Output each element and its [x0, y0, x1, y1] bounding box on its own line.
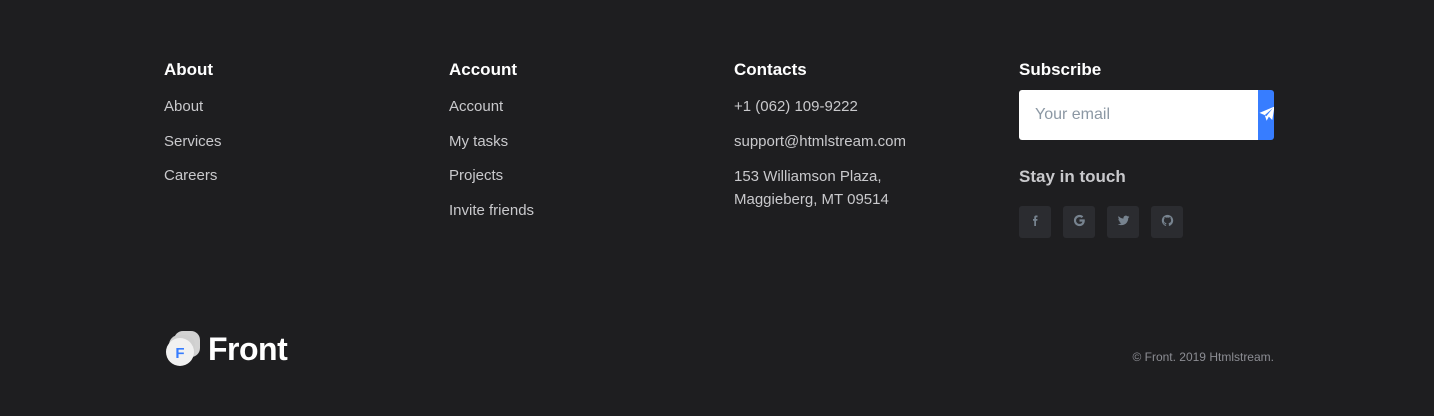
- footer-link-my-tasks[interactable]: My tasks: [449, 133, 534, 151]
- address-line-1: 153 Williamson Plaza,: [734, 168, 882, 185]
- address-line-2: Maggieberg, MT 09514: [734, 191, 889, 208]
- logo-mark-icon: F: [164, 330, 202, 368]
- subscribe-email-input[interactable]: [1019, 90, 1258, 140]
- social-links: [1019, 206, 1275, 238]
- subscribe-send-button[interactable]: [1258, 90, 1274, 140]
- contacts-column: Contacts +1 (062) 109-9222 support@htmls…: [734, 60, 906, 211]
- footer-link-about[interactable]: About: [164, 98, 222, 116]
- contacts-heading: Contacts: [734, 60, 807, 79]
- twitter-icon: [1117, 214, 1130, 230]
- stay-in-touch-heading: Stay in touch: [1019, 167, 1126, 186]
- about-links: About Services Careers: [164, 98, 222, 185]
- about-heading: About: [164, 60, 214, 79]
- twitter-button[interactable]: [1107, 206, 1139, 238]
- footer: About About Services Careers Account Acc…: [0, 0, 1434, 416]
- github-icon: [1161, 214, 1174, 230]
- google-icon: [1073, 214, 1086, 230]
- paper-plane-icon: [1258, 105, 1274, 126]
- brand-logo[interactable]: F Front: [164, 330, 288, 368]
- footer-link-services[interactable]: Services: [164, 133, 222, 151]
- about-column: About About Services Careers: [164, 60, 222, 202]
- contact-email[interactable]: support@htmlstream.com: [734, 133, 906, 151]
- contact-phone[interactable]: +1 (062) 109-9222: [734, 98, 906, 116]
- facebook-icon: [1029, 215, 1041, 230]
- subscribe-form: [1019, 90, 1274, 140]
- account-links: Account My tasks Projects Invite friends: [449, 98, 534, 220]
- account-heading: Account: [449, 60, 517, 79]
- footer-link-invite-friends[interactable]: Invite friends: [449, 202, 534, 220]
- footer-link-account[interactable]: Account: [449, 98, 534, 116]
- contact-address: 153 Williamson Plaza, Maggieberg, MT 095…: [734, 165, 906, 211]
- subscribe-heading: Subscribe: [1019, 60, 1102, 79]
- brand-name: Front: [208, 330, 288, 367]
- footer-link-careers[interactable]: Careers: [164, 167, 222, 185]
- footer-link-projects[interactable]: Projects: [449, 167, 534, 185]
- copyright-text: © Front. 2019 Htmlstream.: [1132, 350, 1274, 364]
- subscribe-column: Subscribe Stay in touch: [1019, 60, 1275, 238]
- logo-mark-letter: F: [175, 345, 184, 362]
- facebook-button[interactable]: [1019, 206, 1051, 238]
- github-button[interactable]: [1151, 206, 1183, 238]
- account-column: Account Account My tasks Projects Invite…: [449, 60, 534, 236]
- google-button[interactable]: [1063, 206, 1095, 238]
